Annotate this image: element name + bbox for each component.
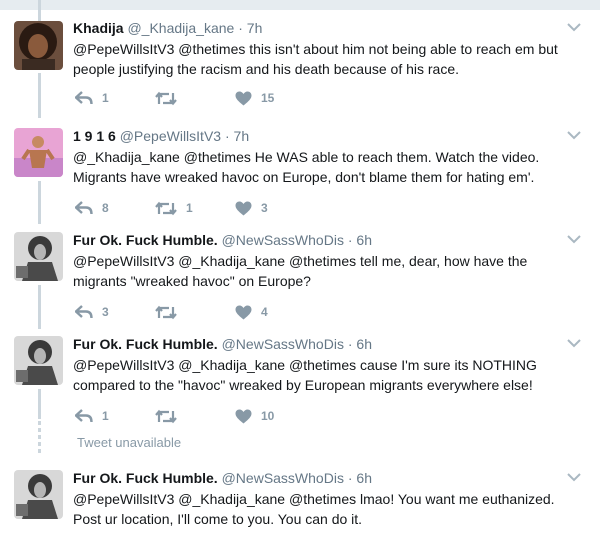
tweet[interactable]: Fur Ok. Fuck Humble. @NewSassWhoDis · 6h…: [0, 222, 600, 326]
display-name[interactable]: Fur Ok. Fuck Humble.: [73, 336, 218, 352]
tweet-header: Fur Ok. Fuck Humble. @NewSassWhoDis · 6h: [73, 231, 372, 249]
username[interactable]: @NewSassWhoDis: [222, 470, 344, 486]
tweet-text: @PepeWillsItV3 @_Khadija_kane @thetimes …: [73, 491, 555, 527]
display-name[interactable]: Fur Ok. Fuck Humble.: [73, 232, 218, 248]
tweet-text: @PepeWillsItV3 @_Khadija_kane @thetimes …: [73, 357, 537, 393]
avatar[interactable]: [14, 128, 63, 177]
tweet-header: Fur Ok. Fuck Humble. @NewSassWhoDis · 6h: [73, 335, 372, 353]
retweet-icon: [155, 305, 177, 319]
reply-count: 8: [102, 201, 109, 215]
reply-icon: [75, 201, 93, 215]
retweet-button[interactable]: [155, 88, 186, 108]
display-name[interactable]: 1 9 1 6: [73, 128, 116, 144]
like-button[interactable]: 10: [235, 406, 274, 426]
timestamp[interactable]: 6h: [356, 232, 372, 248]
tweet-header: Fur Ok. Fuck Humble. @NewSassWhoDis · 6h: [73, 469, 372, 487]
retweet-icon: [155, 201, 177, 215]
reply-button[interactable]: 1: [75, 88, 109, 108]
display-name[interactable]: Fur Ok. Fuck Humble.: [73, 470, 218, 486]
like-button[interactable]: 15: [235, 88, 274, 108]
separator: ·: [224, 128, 230, 144]
like-button[interactable]: 4: [235, 302, 268, 322]
avatar[interactable]: [14, 21, 63, 70]
conversation-thread: Khadija @_Khadija_kane · 7h @PepeWillsIt…: [0, 0, 600, 533]
reply-icon: [75, 409, 93, 423]
like-button[interactable]: 3: [235, 198, 268, 218]
like-count: 4: [261, 305, 268, 319]
heart-icon: [235, 201, 252, 215]
tweet-header: Khadija @_Khadija_kane · 7h: [73, 19, 262, 37]
like-count: 3: [261, 201, 268, 215]
avatar[interactable]: [14, 470, 63, 519]
reply-button[interactable]: 3: [75, 302, 109, 322]
retweet-icon: [155, 91, 177, 105]
tweet[interactable]: 1 9 1 6 @PepeWillsItV3 · 7h @_Khadija_ka…: [0, 118, 600, 222]
separator: ·: [347, 232, 353, 248]
reply-count: 1: [102, 409, 109, 423]
tweet[interactable]: Fur Ok. Fuck Humble. @NewSassWhoDis · 6h…: [0, 460, 600, 533]
timestamp[interactable]: 7h: [234, 128, 250, 144]
username[interactable]: @NewSassWhoDis: [222, 336, 344, 352]
timestamp[interactable]: 7h: [247, 20, 263, 36]
heart-icon: [235, 91, 252, 105]
like-count: 10: [261, 409, 275, 423]
chevron-down-icon[interactable]: [566, 338, 582, 350]
chevron-down-icon[interactable]: [566, 234, 582, 246]
tweet-text: @PepeWillsItV3 @thetimes this isn't abou…: [73, 41, 558, 77]
heart-icon: [235, 409, 252, 423]
separator: ·: [238, 20, 243, 36]
separator: ·: [347, 336, 353, 352]
timestamp[interactable]: 6h: [356, 470, 372, 486]
avatar[interactable]: [14, 336, 63, 385]
retweet-button[interactable]: 1: [155, 198, 193, 218]
tweet-unavailable-notice: Tweet unavailable: [77, 435, 182, 450]
reply-count: 3: [102, 305, 109, 319]
timestamp[interactable]: 6h: [356, 336, 372, 352]
heart-icon: [235, 305, 252, 319]
username[interactable]: @_Khadija_kane: [127, 20, 234, 36]
username[interactable]: @NewSassWhoDis: [222, 232, 344, 248]
reply-button[interactable]: 8: [75, 198, 109, 218]
separator: ·: [347, 470, 353, 486]
username[interactable]: @PepeWillsItV3: [120, 128, 221, 144]
tweet-text: @_Khadija_kane @thetimes He WAS able to …: [73, 149, 540, 185]
tweet[interactable]: Fur Ok. Fuck Humble. @NewSassWhoDis · 6h…: [0, 326, 600, 430]
reply-button[interactable]: 1: [75, 406, 109, 426]
retweet-button[interactable]: [155, 406, 186, 426]
reply-count: 1: [102, 91, 109, 105]
chevron-down-icon[interactable]: [566, 22, 582, 34]
tweet-text: @PepeWillsItV3 @_Khadija_kane @thetimes …: [73, 253, 528, 289]
reply-icon: [75, 305, 93, 319]
reply-icon: [75, 91, 93, 105]
retweet-count: 1: [186, 201, 193, 215]
avatar[interactable]: [14, 232, 63, 281]
retweet-button[interactable]: [155, 302, 186, 322]
display-name[interactable]: Khadija: [73, 20, 124, 36]
tweet[interactable]: Khadija @_Khadija_kane · 7h @PepeWillsIt…: [0, 10, 600, 114]
retweet-icon: [155, 409, 177, 423]
top-divider: [0, 0, 600, 10]
chevron-down-icon[interactable]: [566, 472, 582, 484]
tweet-header: 1 9 1 6 @PepeWillsItV3 · 7h: [73, 127, 249, 145]
chevron-down-icon[interactable]: [566, 130, 582, 142]
like-count: 15: [261, 91, 275, 105]
